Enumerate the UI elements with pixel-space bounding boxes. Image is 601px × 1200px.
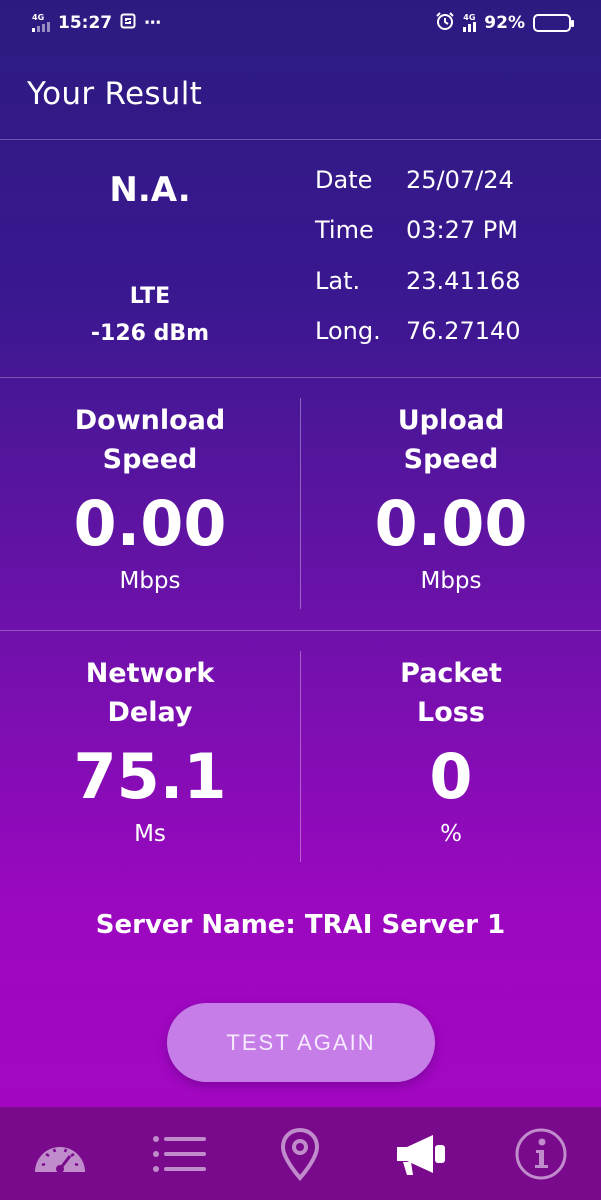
longitude-row: Long. 76.27140 xyxy=(315,317,521,347)
battery-percent: 92% xyxy=(484,13,525,33)
latitude-label: Lat. xyxy=(315,267,361,295)
nav-map[interactable] xyxy=(265,1119,335,1189)
loss-label-1: Packet xyxy=(400,658,502,689)
battery-icon xyxy=(533,14,574,32)
speedometer-icon xyxy=(35,1146,86,1173)
download-label-1: Download xyxy=(74,405,226,436)
status-left: 4G 15:27 ⋯ xyxy=(32,13,161,34)
signal-icon: 4G xyxy=(32,14,50,32)
upload-label-1: Upload xyxy=(397,405,505,436)
delay-unit: Ms xyxy=(134,821,166,847)
time-label: Time xyxy=(315,216,374,244)
network-type-label-right: 4G xyxy=(463,13,476,22)
sim-toolkit-icon xyxy=(120,13,136,34)
loss-label-2: Loss xyxy=(417,697,485,728)
upload-label-2: Speed xyxy=(403,444,499,475)
signal-strength: -126 dBm xyxy=(90,321,210,346)
packet-loss: Packet Loss 0 % xyxy=(301,654,601,849)
download-label-2: Speed xyxy=(102,444,198,475)
delay-label-1: Network xyxy=(85,658,215,689)
network-delay: Network Delay 75.1 Ms xyxy=(0,654,300,849)
info-icon xyxy=(515,1128,567,1179)
network-type-label: 4G xyxy=(32,13,45,22)
megaphone-icon xyxy=(396,1134,445,1175)
clock: 15:27 xyxy=(58,13,113,33)
longitude-label: Long. xyxy=(315,317,381,345)
nav-info[interactable] xyxy=(506,1119,576,1189)
list-icon xyxy=(153,1135,207,1172)
operator-name: N.A. xyxy=(109,170,191,210)
network-technology: LTE xyxy=(129,284,171,309)
divider xyxy=(0,377,601,378)
nav-announcements[interactable] xyxy=(386,1119,456,1189)
download-speed: Download Speed 0.00 Mbps xyxy=(0,401,300,596)
download-unit: Mbps xyxy=(119,568,181,594)
mobile-data-icon: 4G xyxy=(463,13,477,32)
longitude-value: 76.27140 xyxy=(406,317,521,345)
upload-speed: Upload Speed 0.00 Mbps xyxy=(301,401,601,596)
alarm-icon xyxy=(435,11,455,36)
download-value: 0.00 xyxy=(73,487,227,560)
date-row: Date 25/07/24 xyxy=(315,166,514,196)
loss-unit: % xyxy=(440,821,462,847)
date-label: Date xyxy=(315,166,373,194)
bottom-nav xyxy=(0,1107,601,1200)
delay-value: 75.1 xyxy=(73,740,227,813)
time-value: 03:27 PM xyxy=(406,216,518,244)
latitude-value: 23.41168 xyxy=(406,267,521,295)
status-bar: 4G 15:27 ⋯ 4G 92% xyxy=(0,0,601,46)
status-right: 4G 92% xyxy=(435,11,574,36)
nav-history[interactable] xyxy=(145,1119,215,1189)
upload-value: 0.00 xyxy=(374,487,528,560)
more-notifications-indicator: ⋯ xyxy=(144,13,162,33)
delay-label-2: Delay xyxy=(107,697,193,728)
latitude-row: Lat. 23.41168 xyxy=(315,267,521,297)
test-again-button[interactable]: TEST AGAIN xyxy=(167,1003,435,1082)
divider xyxy=(0,630,601,631)
upload-unit: Mbps xyxy=(420,568,482,594)
nav-speed-test[interactable] xyxy=(25,1119,95,1189)
time-row: Time 03:27 PM xyxy=(315,216,518,246)
loss-value: 0 xyxy=(429,740,473,813)
location-pin-icon xyxy=(281,1127,320,1181)
server-name: Server Name: TRAI Server 1 xyxy=(95,910,506,940)
date-value: 25/07/24 xyxy=(406,166,514,194)
network-info: N.A. LTE -126 dBm xyxy=(0,140,300,377)
page-title: Your Result xyxy=(27,76,203,112)
